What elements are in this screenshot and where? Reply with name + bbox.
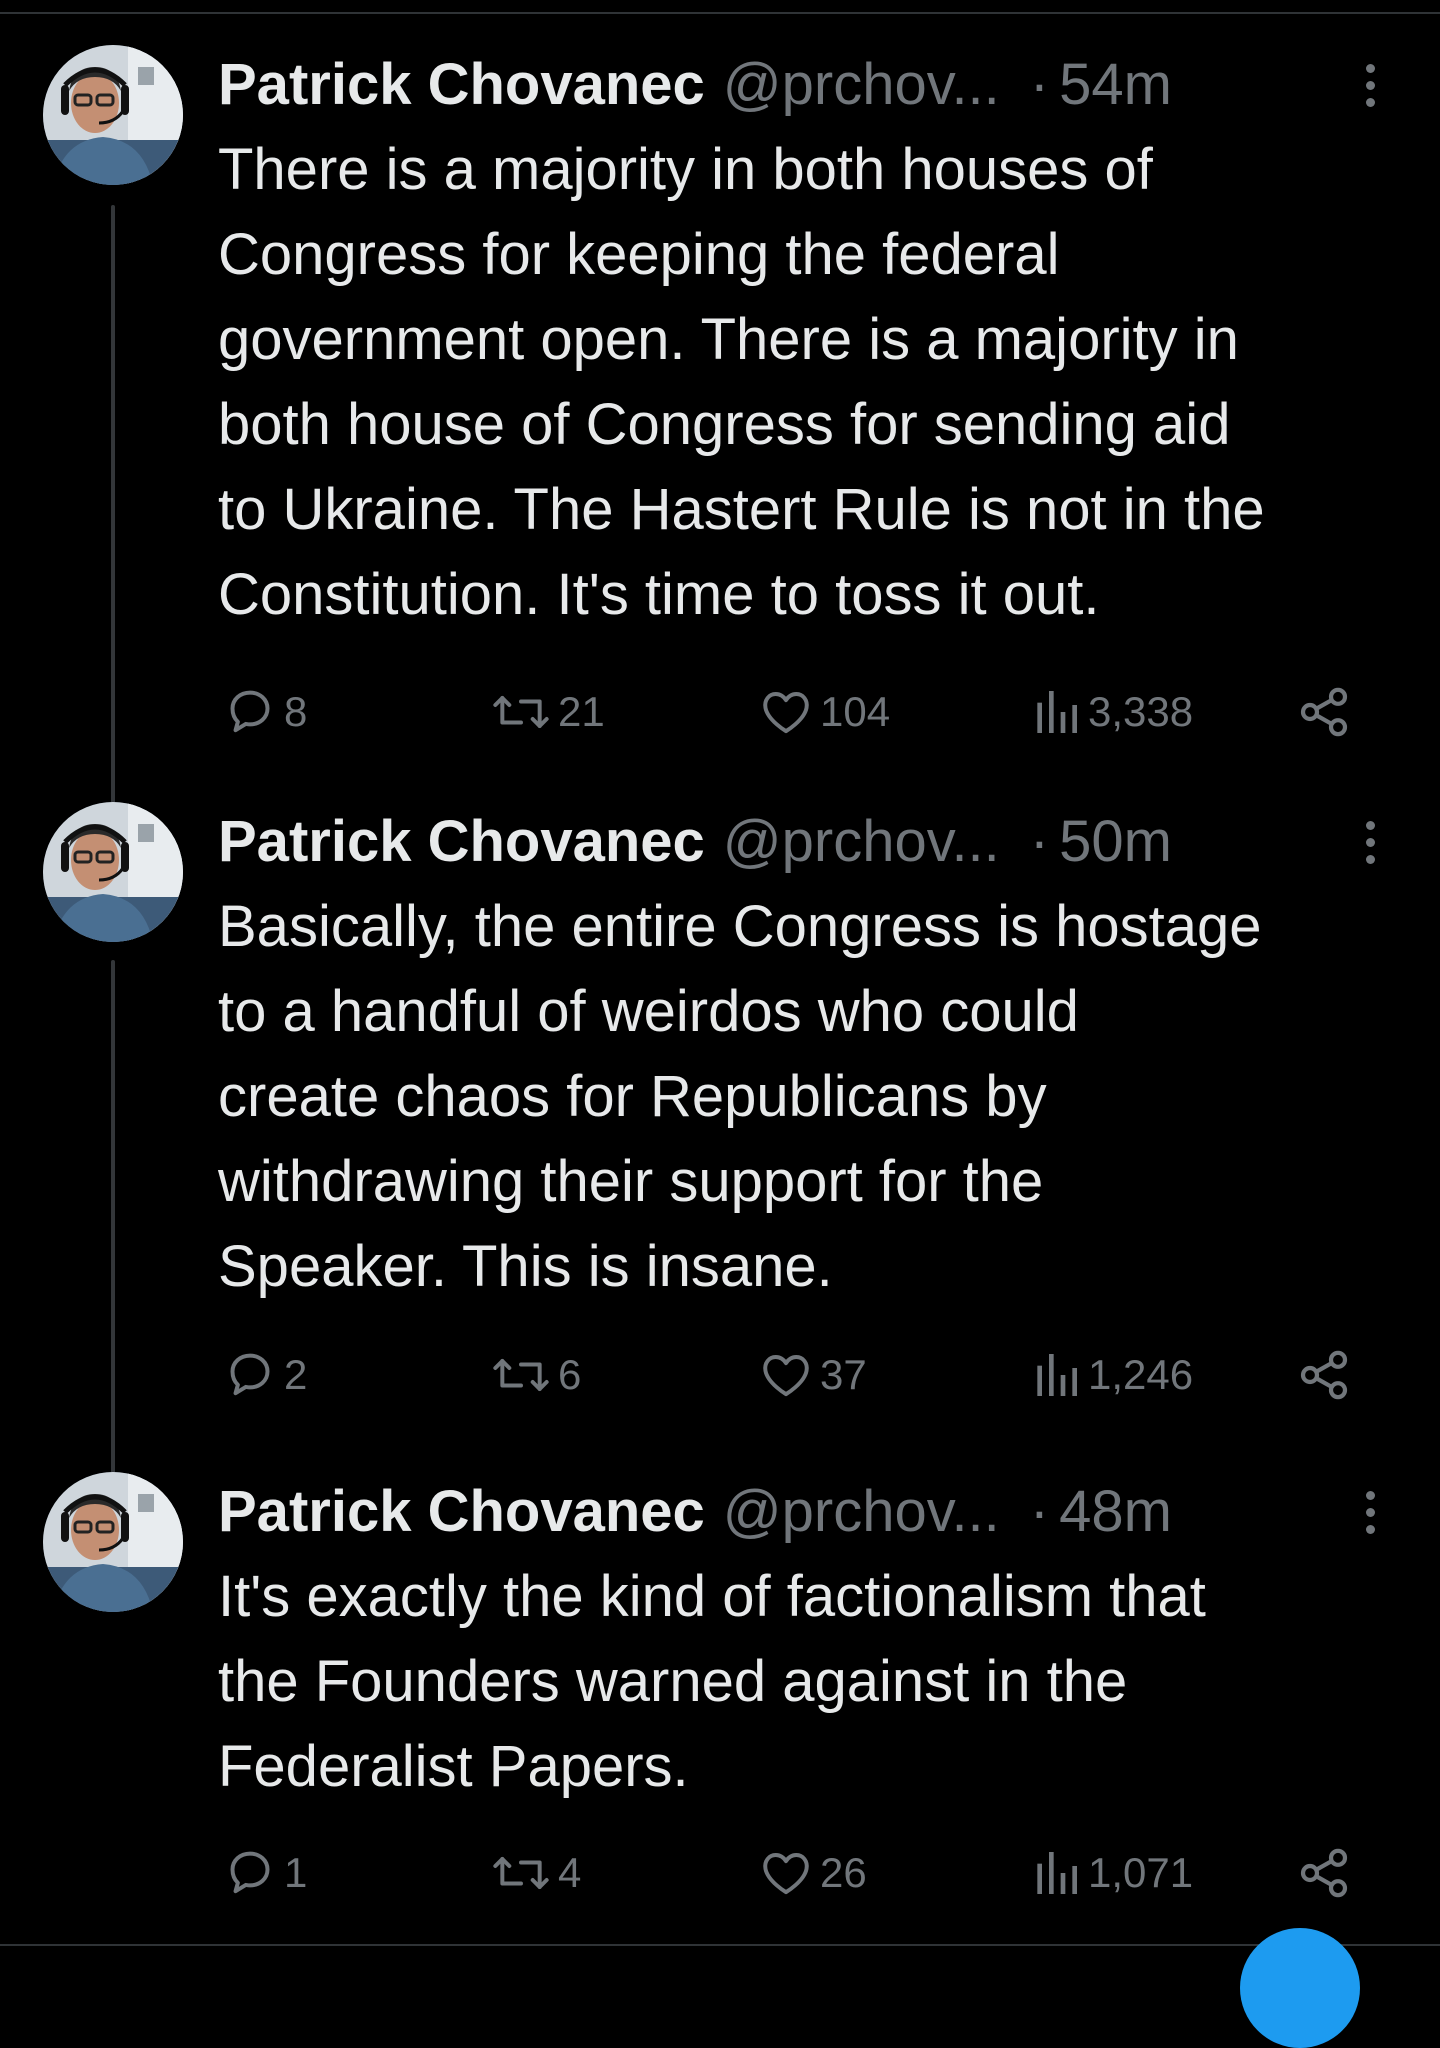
share-icon: [1300, 1350, 1348, 1400]
view-count: 3,338: [1088, 688, 1194, 735]
timestamp[interactable]: 50m: [1059, 802, 1172, 882]
repost-button[interactable]: 4: [490, 1838, 581, 1908]
reply-icon: [230, 1851, 270, 1894]
reply-icon: [230, 690, 270, 733]
share-button[interactable]: [1296, 1838, 1352, 1908]
reply-button[interactable]: 2: [222, 1340, 307, 1410]
tweet-header: Patrick Chovanec @prchov... · 48m: [218, 1472, 1278, 1552]
share-button[interactable]: [1296, 677, 1352, 747]
view-count: 1,246: [1088, 1351, 1194, 1398]
share-icon: [1300, 1848, 1348, 1898]
compose-fab-button[interactable]: [1240, 1928, 1360, 2048]
share-icon: [1300, 687, 1348, 737]
heart-icon: [763, 1853, 809, 1895]
views-icon: [1037, 1354, 1077, 1396]
tweet-actions: 1 4 26 1,071: [218, 1838, 1368, 1908]
reply-button[interactable]: 8: [222, 677, 307, 747]
timestamp[interactable]: 54m: [1059, 45, 1172, 125]
like-count: 37: [820, 1351, 867, 1398]
reply-icon: [230, 1353, 270, 1396]
tweet-text: There is a majority in both houses of Co…: [218, 137, 1265, 627]
reply-button[interactable]: 1: [222, 1838, 307, 1908]
top-divider: [0, 12, 1440, 14]
repost-button[interactable]: 21: [490, 677, 605, 747]
avatar-image: [43, 802, 183, 942]
tweet-text: Basically, the entire Congress is hostag…: [218, 894, 1262, 1299]
tweet-actions: 2 6 37 1,246: [218, 1340, 1368, 1410]
thread-connector-line: [111, 960, 115, 1480]
tweet-actions: 8 21 104 3,338: [218, 677, 1368, 747]
author-name[interactable]: Patrick Chovanec: [218, 802, 705, 882]
author-handle[interactable]: @prchov...: [723, 45, 1000, 125]
view-count: 1,071: [1088, 1849, 1194, 1896]
avatar-image: [43, 1472, 183, 1612]
views-icon: [1037, 1852, 1077, 1894]
reply-count: 1: [284, 1849, 308, 1896]
views-button[interactable]: 1,246: [1030, 1340, 1193, 1410]
like-button[interactable]: 104: [758, 677, 890, 747]
like-count: 26: [820, 1849, 867, 1896]
avatar[interactable]: [43, 1472, 183, 1612]
author-handle[interactable]: @prchov...: [723, 1472, 1000, 1552]
tweet-header: Patrick Chovanec @prchov... · 50m: [218, 802, 1278, 882]
separator-dot: ·: [1029, 809, 1050, 874]
repost-count: 6: [558, 1351, 582, 1398]
more-icon[interactable]: [1350, 1482, 1390, 1542]
repost-icon: [493, 1857, 549, 1889]
repost-count: 21: [558, 688, 605, 735]
tweet-header: Patrick Chovanec @prchov... · 54m: [218, 45, 1278, 125]
author-name[interactable]: Patrick Chovanec: [218, 1472, 705, 1552]
more-icon[interactable]: [1350, 812, 1390, 872]
like-button[interactable]: 37: [758, 1340, 867, 1410]
timestamp[interactable]: 48m: [1059, 1472, 1172, 1552]
heart-icon: [763, 692, 809, 734]
separator-dot: ·: [1029, 1479, 1050, 1544]
avatar-image: [43, 45, 183, 185]
thread-connector-line: [111, 205, 115, 805]
author-handle[interactable]: @prchov...: [723, 802, 1000, 882]
reply-count: 8: [284, 688, 308, 735]
reply-count: 2: [284, 1351, 308, 1398]
repost-icon: [493, 1359, 549, 1391]
separator-dot: ·: [1029, 52, 1050, 117]
avatar[interactable]: [43, 45, 183, 185]
avatar[interactable]: [43, 802, 183, 942]
views-button[interactable]: 3,338: [1030, 677, 1193, 747]
bottom-divider: [0, 1944, 1440, 1946]
tweet-text: It's exactly the kind of factionalism th…: [218, 1564, 1206, 1799]
share-button[interactable]: [1296, 1340, 1352, 1410]
heart-icon: [763, 1355, 809, 1397]
repost-icon: [493, 696, 549, 728]
like-button[interactable]: 26: [758, 1838, 867, 1908]
author-name[interactable]: Patrick Chovanec: [218, 45, 705, 125]
views-icon: [1037, 691, 1077, 733]
views-button[interactable]: 1,071: [1030, 1838, 1193, 1908]
more-icon[interactable]: [1350, 55, 1390, 115]
repost-count: 4: [558, 1849, 582, 1896]
repost-button[interactable]: 6: [490, 1340, 581, 1410]
like-count: 104: [820, 688, 891, 735]
